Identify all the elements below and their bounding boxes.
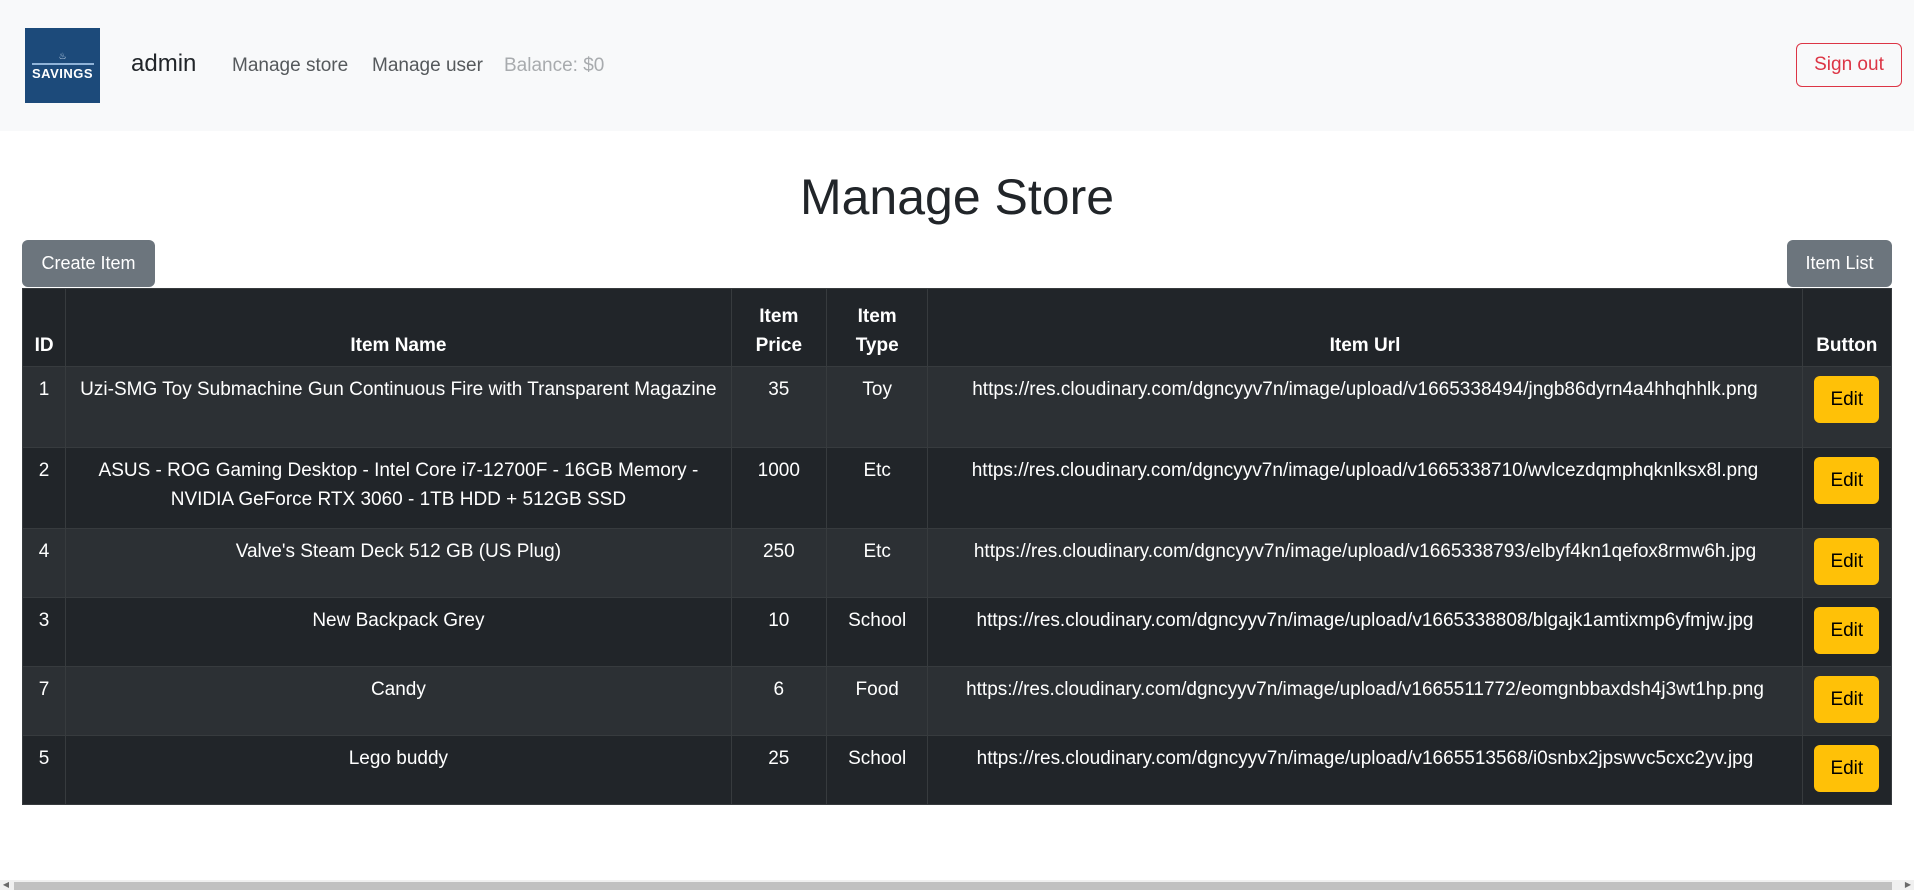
cell-button: Edit [1801, 366, 1893, 448]
edit-button[interactable]: Edit [1814, 676, 1880, 723]
cell-item-type: Food [825, 666, 929, 736]
item-list-button[interactable]: Item List [1787, 240, 1892, 287]
cell-button: Edit [1801, 528, 1893, 598]
scroll-left-arrow-icon[interactable]: ◀ [0, 880, 12, 890]
cell-item-price: 250 [730, 528, 827, 598]
cell-item-price: 6 [730, 666, 827, 736]
cell-item-name: Valve's Steam Deck 512 GB (US Plug) [65, 528, 732, 598]
logo-text: SAVINGS [31, 65, 94, 81]
cell-item-price: 25 [730, 735, 827, 805]
cell-button: Edit [1801, 597, 1893, 667]
page-title: Manage Store [799, 169, 1115, 225]
cell-id: 1 [21, 366, 67, 448]
brand-admin[interactable]: admin [131, 50, 196, 78]
cell-button: Edit [1801, 447, 1893, 529]
edit-button[interactable]: Edit [1814, 457, 1880, 504]
cell-item-price: 35 [730, 366, 827, 448]
cell-item-price: 10 [730, 597, 827, 667]
cell-item-url: https://res.cloudinary.com/dgncyyv7n/ima… [927, 528, 1803, 598]
header-button: Button [1801, 288, 1893, 367]
table-row: 2 ASUS - ROG Gaming Desktop - Intel Core… [21, 447, 1893, 529]
scrollbar-thumb[interactable] [14, 882, 1892, 890]
horizontal-scrollbar[interactable]: ◀ ▶ [0, 880, 1914, 890]
edit-button[interactable]: Edit [1814, 745, 1880, 792]
cell-item-type: School [825, 735, 929, 805]
table-row: 5 Lego buddy 25 School https://res.cloud… [21, 735, 1893, 805]
header-item-price: Item Price [730, 288, 827, 367]
edit-button[interactable]: Edit [1814, 538, 1880, 585]
header-item-url: Item Url [927, 288, 1803, 367]
nav-manage-user[interactable]: Manage user [372, 55, 483, 77]
header-item-price-line2: Price [755, 335, 803, 356]
cell-button: Edit [1801, 735, 1893, 805]
nav-manage-store[interactable]: Manage store [232, 55, 348, 77]
cell-item-type: Toy [825, 366, 929, 448]
cell-item-price: 1000 [730, 447, 827, 529]
header-id: ID [21, 288, 67, 367]
cell-item-url: https://res.cloudinary.com/dgncyyv7n/ima… [927, 735, 1803, 805]
table-row: 3 New Backpack Grey 10 School https://re… [21, 597, 1893, 667]
table-row: 4 Valve's Steam Deck 512 GB (US Plug) 25… [21, 528, 1893, 598]
table-row: 1 Uzi-SMG Toy Submachine Gun Continuous … [21, 366, 1893, 448]
sign-out-button[interactable]: Sign out [1796, 43, 1902, 87]
cell-item-name: Lego buddy [65, 735, 732, 805]
cell-item-name: New Backpack Grey [65, 597, 732, 667]
cell-item-url: https://res.cloudinary.com/dgncyyv7n/ima… [927, 666, 1803, 736]
edit-button[interactable]: Edit [1814, 376, 1880, 423]
navbar: ♨ SAVINGS admin Manage store Manage user… [0, 0, 1914, 131]
logo-divider [31, 62, 94, 65]
cell-button: Edit [1801, 666, 1893, 736]
cell-item-name: Uzi-SMG Toy Submachine Gun Continuous Fi… [65, 366, 732, 448]
logo-mark-icon: ♨ [58, 50, 67, 61]
cell-item-url: https://res.cloudinary.com/dgncyyv7n/ima… [927, 366, 1803, 448]
header-item-type-line2: Type [855, 335, 899, 356]
table-row: 7 Candy 6 Food https://res.cloudinary.co… [21, 666, 1893, 736]
cell-item-type: School [825, 597, 929, 667]
cell-item-name: Candy [65, 666, 732, 736]
edit-button[interactable]: Edit [1814, 607, 1880, 654]
scroll-right-arrow-icon[interactable]: ▶ [1902, 880, 1914, 890]
header-item-price-line1: Item [759, 306, 799, 327]
cell-id: 7 [21, 666, 67, 736]
create-item-button[interactable]: Create Item [22, 240, 155, 287]
cell-id: 4 [21, 528, 67, 598]
header-item-name: Item Name [65, 288, 732, 367]
cell-item-type: Etc [825, 528, 929, 598]
savings-logo[interactable]: ♨ SAVINGS [25, 28, 100, 103]
cell-item-name: ASUS - ROG Gaming Desktop - Intel Core i… [65, 447, 732, 529]
cell-item-url: https://res.cloudinary.com/dgncyyv7n/ima… [927, 597, 1803, 667]
cell-item-type: Etc [825, 447, 929, 529]
cell-id: 3 [21, 597, 67, 667]
items-table: ID Item Name Item Price Item Type Item Url… [21, 288, 1893, 805]
cell-id: 2 [21, 447, 67, 529]
header-item-type: Item Type [825, 288, 929, 367]
cell-item-url: https://res.cloudinary.com/dgncyyv7n/ima… [927, 447, 1803, 529]
cell-id: 5 [21, 735, 67, 805]
table-header-row: ID Item Name Item Price Item Type Item Url… [21, 288, 1893, 367]
header-item-type-line1: Item [857, 306, 897, 327]
balance-display: Balance: $0 [504, 55, 605, 76]
